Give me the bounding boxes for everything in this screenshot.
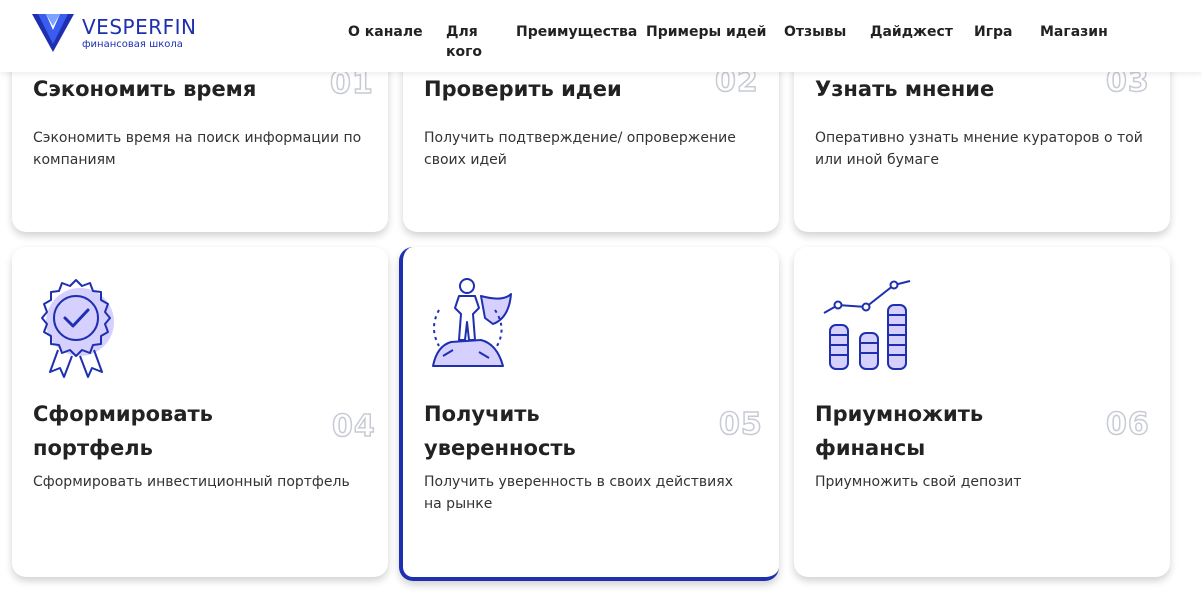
- card-number: 05: [718, 406, 763, 443]
- nav-advantages[interactable]: Преимущества: [516, 22, 646, 62]
- nav-for-whom[interactable]: Для кого: [432, 22, 516, 62]
- card-description: Сформировать инвестиционный портфель: [33, 474, 350, 490]
- card-description: Получить подтверждение/ опровержение сво…: [424, 130, 736, 168]
- card-description: Приумножить свой депозит: [815, 474, 1022, 490]
- card-build-portfolio[interactable]: Сформировать портфель 04 Сформировать ин…: [12, 247, 388, 577]
- card-title: Сэкономить время: [33, 77, 257, 101]
- card-title: Проверить идеи: [424, 77, 622, 101]
- brand-subtitle: финансовая школа: [82, 38, 183, 50]
- nav-about-channel[interactable]: О канале: [332, 22, 432, 62]
- badge-check-icon: [41, 279, 114, 378]
- card-grow-finances[interactable]: Приумножить финансы 06 Приумножить свой …: [794, 247, 1170, 577]
- logo-v-icon: [32, 14, 74, 52]
- nav-idea-examples[interactable]: Примеры идей: [646, 22, 784, 62]
- nav-digest[interactable]: Дайджест: [870, 22, 974, 62]
- card-description: Оперативно узнать мнение кураторов о той…: [815, 130, 1143, 168]
- nav-shop[interactable]: Магазин: [1040, 22, 1130, 62]
- card-title: Сформировать портфель: [33, 402, 213, 460]
- card-description: Получить уверенность в своих действиях н…: [424, 474, 733, 512]
- nav-game[interactable]: Игра: [974, 22, 1040, 62]
- card-gain-confidence[interactable]: Получить уверенность 05 Получить уверенн…: [399, 247, 779, 581]
- site-header: VESPERFIN финансовая школа О канале Для …: [0, 0, 1202, 72]
- logo[interactable]: VESPERFIN финансовая школа: [32, 12, 196, 54]
- card-title: Приумножить финансы: [815, 402, 984, 460]
- card-number: 04: [331, 408, 376, 445]
- card-title: Узнать мнение: [815, 77, 995, 101]
- nav-reviews[interactable]: Отзывы: [784, 22, 870, 62]
- main-nav: О канале Для кого Преимущества Примеры и…: [332, 22, 1130, 62]
- card-title: Получить уверенность: [424, 402, 576, 460]
- coins-growth-icon: [823, 280, 911, 370]
- hero-on-rock-icon: [432, 278, 512, 367]
- brand-name: VESPERFIN: [82, 14, 197, 39]
- card-description: Сэкономить время на поиск информации по …: [33, 130, 362, 168]
- card-number: 06: [1105, 406, 1150, 443]
